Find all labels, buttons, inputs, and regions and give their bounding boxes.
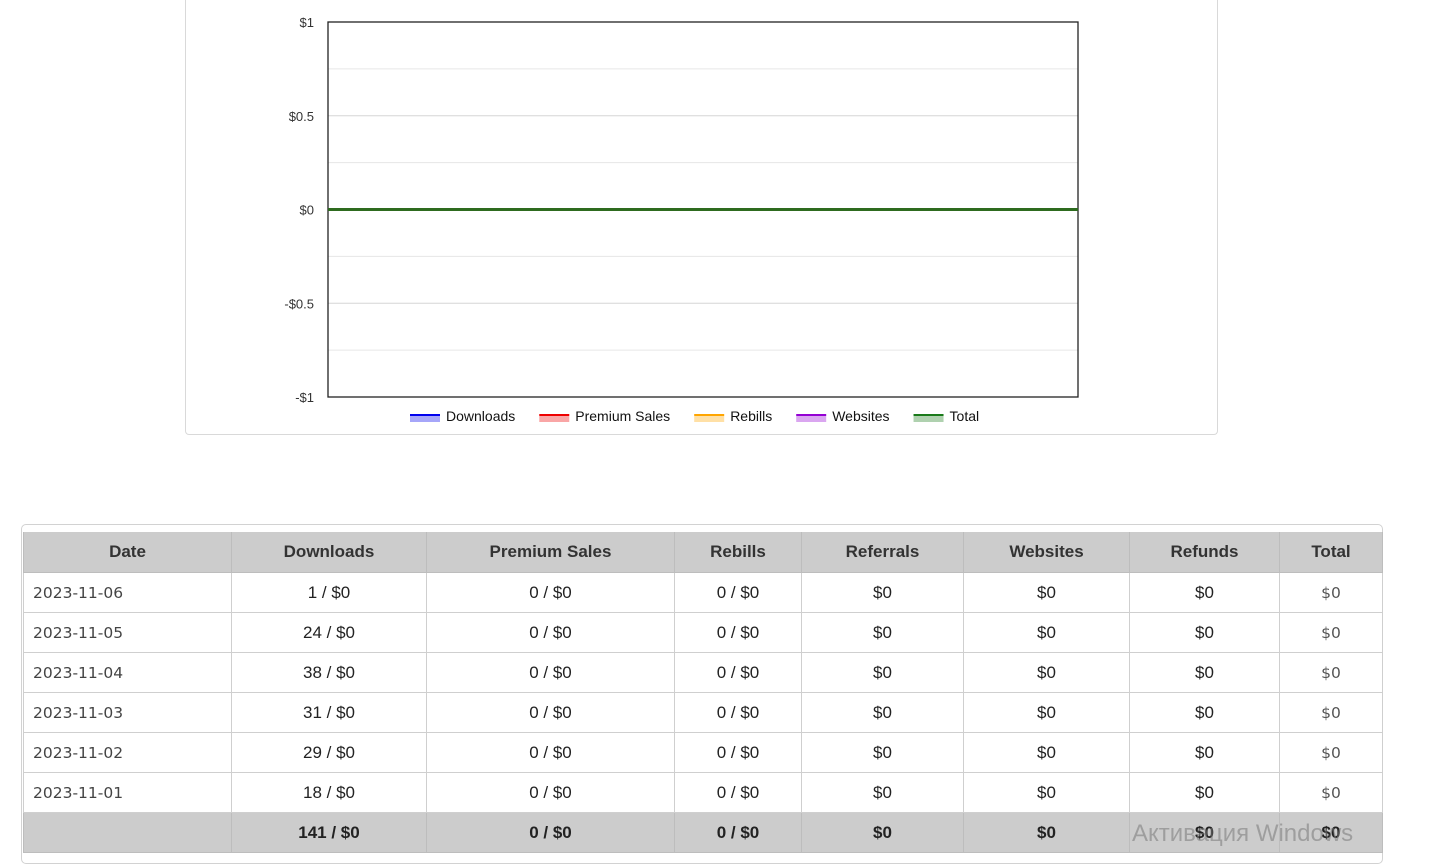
downloads-cell: 18 / $0 bbox=[231, 772, 427, 813]
rebills-cell: 0 / $0 bbox=[674, 572, 802, 613]
downloads-cell: 31 / $0 bbox=[231, 692, 427, 733]
y-tick-label: $0 bbox=[300, 203, 314, 218]
date-cell: 2023-11-01 bbox=[23, 772, 232, 813]
downloads-cell: 29 / $0 bbox=[231, 732, 427, 773]
downloads-cell: 24 / $0 bbox=[231, 612, 427, 653]
websites-cell: $0 bbox=[963, 652, 1130, 693]
premium-sales-cell: 0 / $0 bbox=[426, 612, 675, 653]
rebills-cell: 0 / $0 bbox=[674, 772, 802, 813]
total-cell: $0 bbox=[1279, 732, 1383, 773]
refunds-cell: $0 bbox=[1129, 572, 1280, 613]
totals-label-cell bbox=[23, 812, 232, 853]
downloads-cell: 1 / $0 bbox=[231, 572, 427, 613]
column-header-referrals[interactable]: Referrals bbox=[801, 532, 964, 573]
referrals-cell: $0 bbox=[801, 772, 964, 813]
legend-label-downloads: Downloads bbox=[446, 408, 515, 424]
referrals-cell: $0 bbox=[801, 652, 964, 693]
stats-table-panel: Date Downloads Premium Sales Rebills Ref… bbox=[21, 524, 1383, 864]
legend-swatch-fill-rebills bbox=[694, 416, 725, 422]
date-cell: 2023-11-02 bbox=[23, 732, 232, 773]
date-cell: 2023-11-03 bbox=[23, 692, 232, 733]
rebills-cell: 0 / $0 bbox=[674, 612, 802, 653]
column-header-date[interactable]: Date bbox=[23, 532, 232, 573]
rebills-cell: 0 / $0 bbox=[674, 652, 802, 693]
total-cell: $0 bbox=[1279, 572, 1383, 613]
table-row: 2023-11-05 24 / $0 0 / $0 0 / $0 $0 $0 $… bbox=[23, 612, 1383, 653]
referrals-cell: $0 bbox=[801, 732, 964, 773]
rebills-cell: 0 / $0 bbox=[674, 732, 802, 773]
referrals-cell: $0 bbox=[801, 692, 964, 733]
totals-referrals-cell: $0 bbox=[801, 812, 964, 853]
refunds-cell: $0 bbox=[1129, 772, 1280, 813]
y-tick-label: $0.5 bbox=[289, 109, 314, 124]
table-row: 2023-11-04 38 / $0 0 / $0 0 / $0 $0 $0 $… bbox=[23, 652, 1383, 693]
y-tick-label: -$1 bbox=[295, 390, 314, 405]
legend-label-websites: Websites bbox=[832, 408, 889, 424]
premium-sales-cell: 0 / $0 bbox=[426, 772, 675, 813]
table-row: 2023-11-01 18 / $0 0 / $0 0 / $0 $0 $0 $… bbox=[23, 772, 1383, 813]
totals-websites-cell: $0 bbox=[963, 812, 1130, 853]
legend-swatch-fill-websites bbox=[796, 416, 827, 422]
table-row: 2023-11-06 1 / $0 0 / $0 0 / $0 $0 $0 $0… bbox=[23, 572, 1383, 613]
legend-label-rebills: Rebills bbox=[730, 408, 772, 424]
table-header-row: Date Downloads Premium Sales Rebills Ref… bbox=[23, 532, 1383, 573]
legend-label-premium-sales: Premium Sales bbox=[575, 408, 670, 424]
column-header-total[interactable]: Total bbox=[1279, 532, 1383, 573]
premium-sales-cell: 0 / $0 bbox=[426, 652, 675, 693]
earnings-chart-panel: $1 $0.5 $0 -$0.5 -$1 Downloads Premium Sales Re… bbox=[185, 0, 1218, 435]
total-cell: $0 bbox=[1279, 772, 1383, 813]
total-cell: $0 bbox=[1279, 652, 1383, 693]
websites-cell: $0 bbox=[963, 612, 1130, 653]
downloads-cell: 38 / $0 bbox=[231, 652, 427, 693]
referrals-cell: $0 bbox=[801, 572, 964, 613]
totals-downloads-cell: 141 / $0 bbox=[231, 812, 427, 853]
rebills-cell: 0 / $0 bbox=[674, 692, 802, 733]
referrals-cell: $0 bbox=[801, 612, 964, 653]
table-row: 2023-11-03 31 / $0 0 / $0 0 / $0 $0 $0 $… bbox=[23, 692, 1383, 733]
total-cell: $0 bbox=[1279, 612, 1383, 653]
refunds-cell: $0 bbox=[1129, 652, 1280, 693]
refunds-cell: $0 bbox=[1129, 612, 1280, 653]
column-header-refunds[interactable]: Refunds bbox=[1129, 532, 1280, 573]
websites-cell: $0 bbox=[963, 572, 1130, 613]
y-tick-label: -$0.5 bbox=[284, 296, 314, 311]
totals-premium-sales-cell: 0 / $0 bbox=[426, 812, 675, 853]
premium-sales-cell: 0 / $0 bbox=[426, 732, 675, 773]
legend-swatch-fill-total bbox=[913, 416, 944, 422]
table-row: 2023-11-02 29 / $0 0 / $0 0 / $0 $0 $0 $… bbox=[23, 732, 1383, 773]
premium-sales-cell: 0 / $0 bbox=[426, 692, 675, 733]
date-cell: 2023-11-06 bbox=[23, 572, 232, 613]
date-cell: 2023-11-05 bbox=[23, 612, 232, 653]
column-header-rebills[interactable]: Rebills bbox=[674, 532, 802, 573]
date-cell: 2023-11-04 bbox=[23, 652, 232, 693]
earnings-line-chart: $1 $0.5 $0 -$0.5 -$1 Downloads Premium Sales Re… bbox=[284, 15, 1079, 424]
total-cell: $0 bbox=[1279, 692, 1383, 733]
y-tick-label: $1 bbox=[300, 15, 314, 30]
legend-swatch-fill-downloads bbox=[410, 416, 440, 422]
totals-rebills-cell: 0 / $0 bbox=[674, 812, 802, 853]
daily-stats-table: Date Downloads Premium Sales Rebills Ref… bbox=[23, 532, 1383, 853]
websites-cell: $0 bbox=[963, 772, 1130, 813]
column-header-websites[interactable]: Websites bbox=[963, 532, 1130, 573]
websites-cell: $0 bbox=[963, 692, 1130, 733]
column-header-downloads[interactable]: Downloads bbox=[231, 532, 427, 573]
legend-label-total: Total bbox=[950, 408, 980, 424]
column-header-premium-sales[interactable]: Premium Sales bbox=[426, 532, 675, 573]
premium-sales-cell: 0 / $0 bbox=[426, 572, 675, 613]
refunds-cell: $0 bbox=[1129, 692, 1280, 733]
legend-swatch-fill-premium-sales bbox=[539, 416, 570, 422]
refunds-cell: $0 bbox=[1129, 732, 1280, 773]
windows-activation-watermark: Активация Windows bbox=[1132, 820, 1354, 847]
websites-cell: $0 bbox=[963, 732, 1130, 773]
